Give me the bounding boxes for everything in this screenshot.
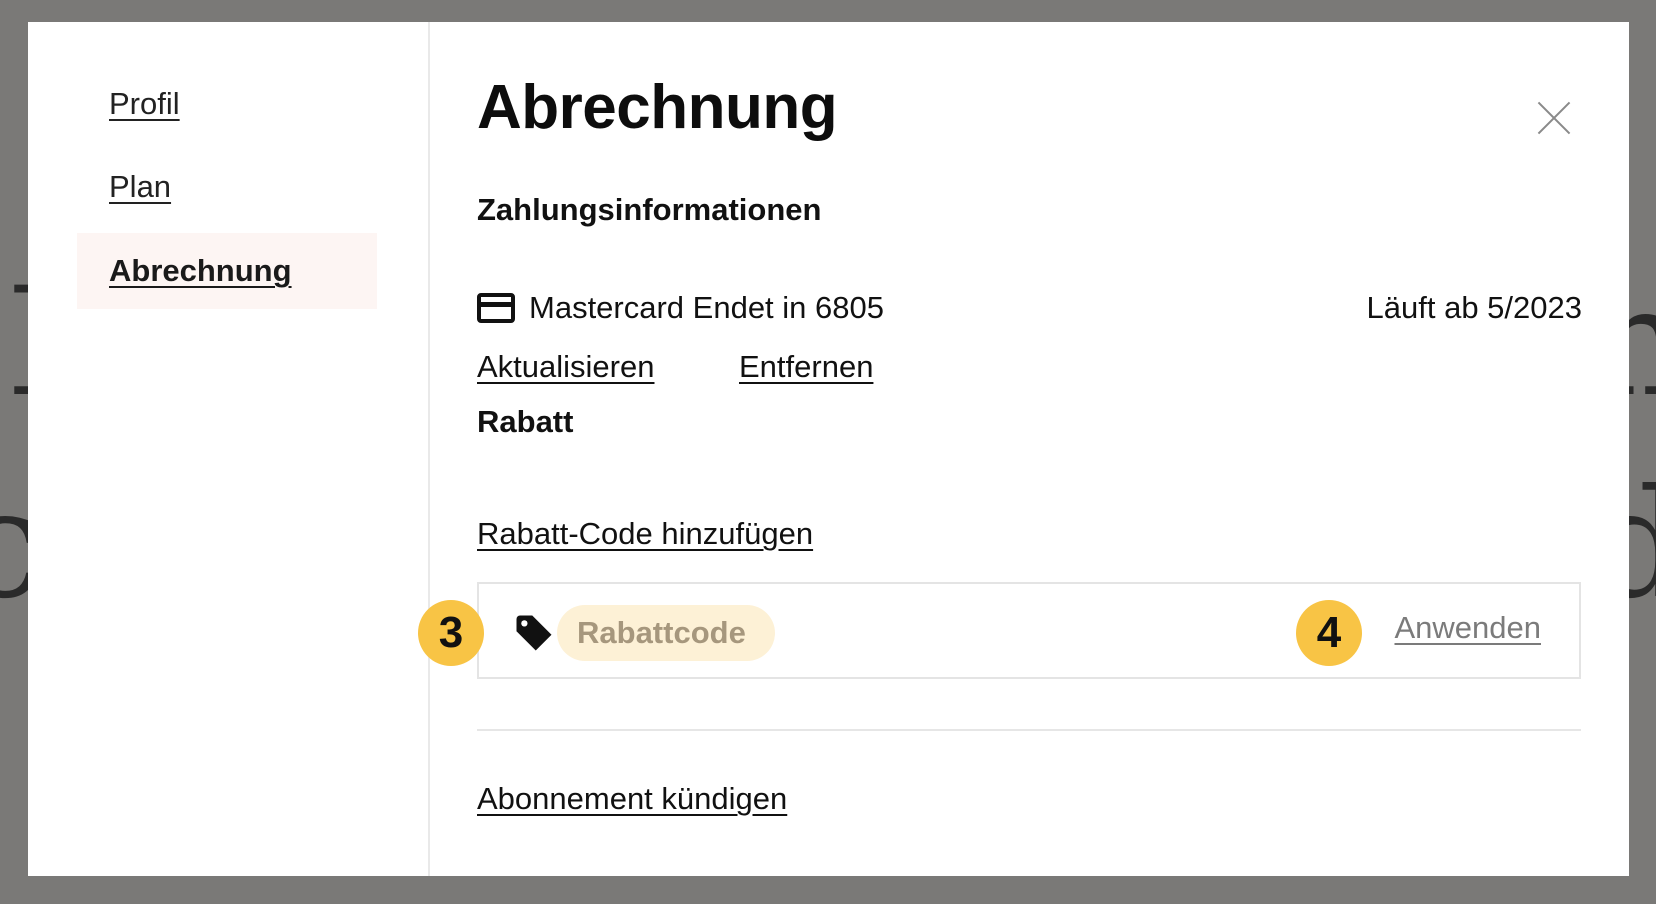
card-description: Mastercard Endet in 6805	[529, 290, 884, 325]
discount-code-box: Anwenden	[477, 582, 1581, 679]
billing-modal: Profil Plan Abrechnung Abrechnung Zahlun…	[28, 22, 1629, 876]
apply-discount-button[interactable]: Anwenden	[1394, 610, 1541, 646]
divider	[477, 729, 1581, 731]
update-card-link[interactable]: Aktualisieren	[477, 349, 654, 385]
settings-sidebar: Profil Plan Abrechnung	[28, 22, 430, 876]
discount-heading: Rabatt	[477, 404, 574, 439]
sidebar-item-plan[interactable]: Plan	[77, 147, 377, 226]
annotation-badge-4: 4	[1296, 600, 1362, 666]
page-title: Abrechnung	[477, 73, 838, 142]
annotation-badge-3: 3	[418, 600, 484, 666]
payment-method-row: Mastercard Endet in 6805 Läuft ab 5/2023	[477, 286, 1582, 330]
billing-content: Abrechnung Zahlungsinformationen Masterc…	[477, 22, 1629, 876]
sidebar-item-profil[interactable]: Profil	[77, 64, 377, 143]
close-icon[interactable]	[1536, 100, 1572, 136]
add-discount-code-link[interactable]: Rabatt-Code hinzufügen	[477, 516, 813, 552]
discount-code-input[interactable]	[557, 605, 775, 661]
sidebar-item-abrechnung[interactable]: Abrechnung	[77, 233, 377, 309]
card-expiry: Läuft ab 5/2023	[1366, 290, 1582, 325]
credit-card-icon	[477, 293, 515, 323]
payment-info-heading: Zahlungsinformationen	[477, 192, 822, 227]
remove-card-link[interactable]: Entfernen	[739, 349, 873, 385]
cancel-subscription-link[interactable]: Abonnement kündigen	[477, 781, 787, 817]
tag-icon	[516, 615, 552, 651]
